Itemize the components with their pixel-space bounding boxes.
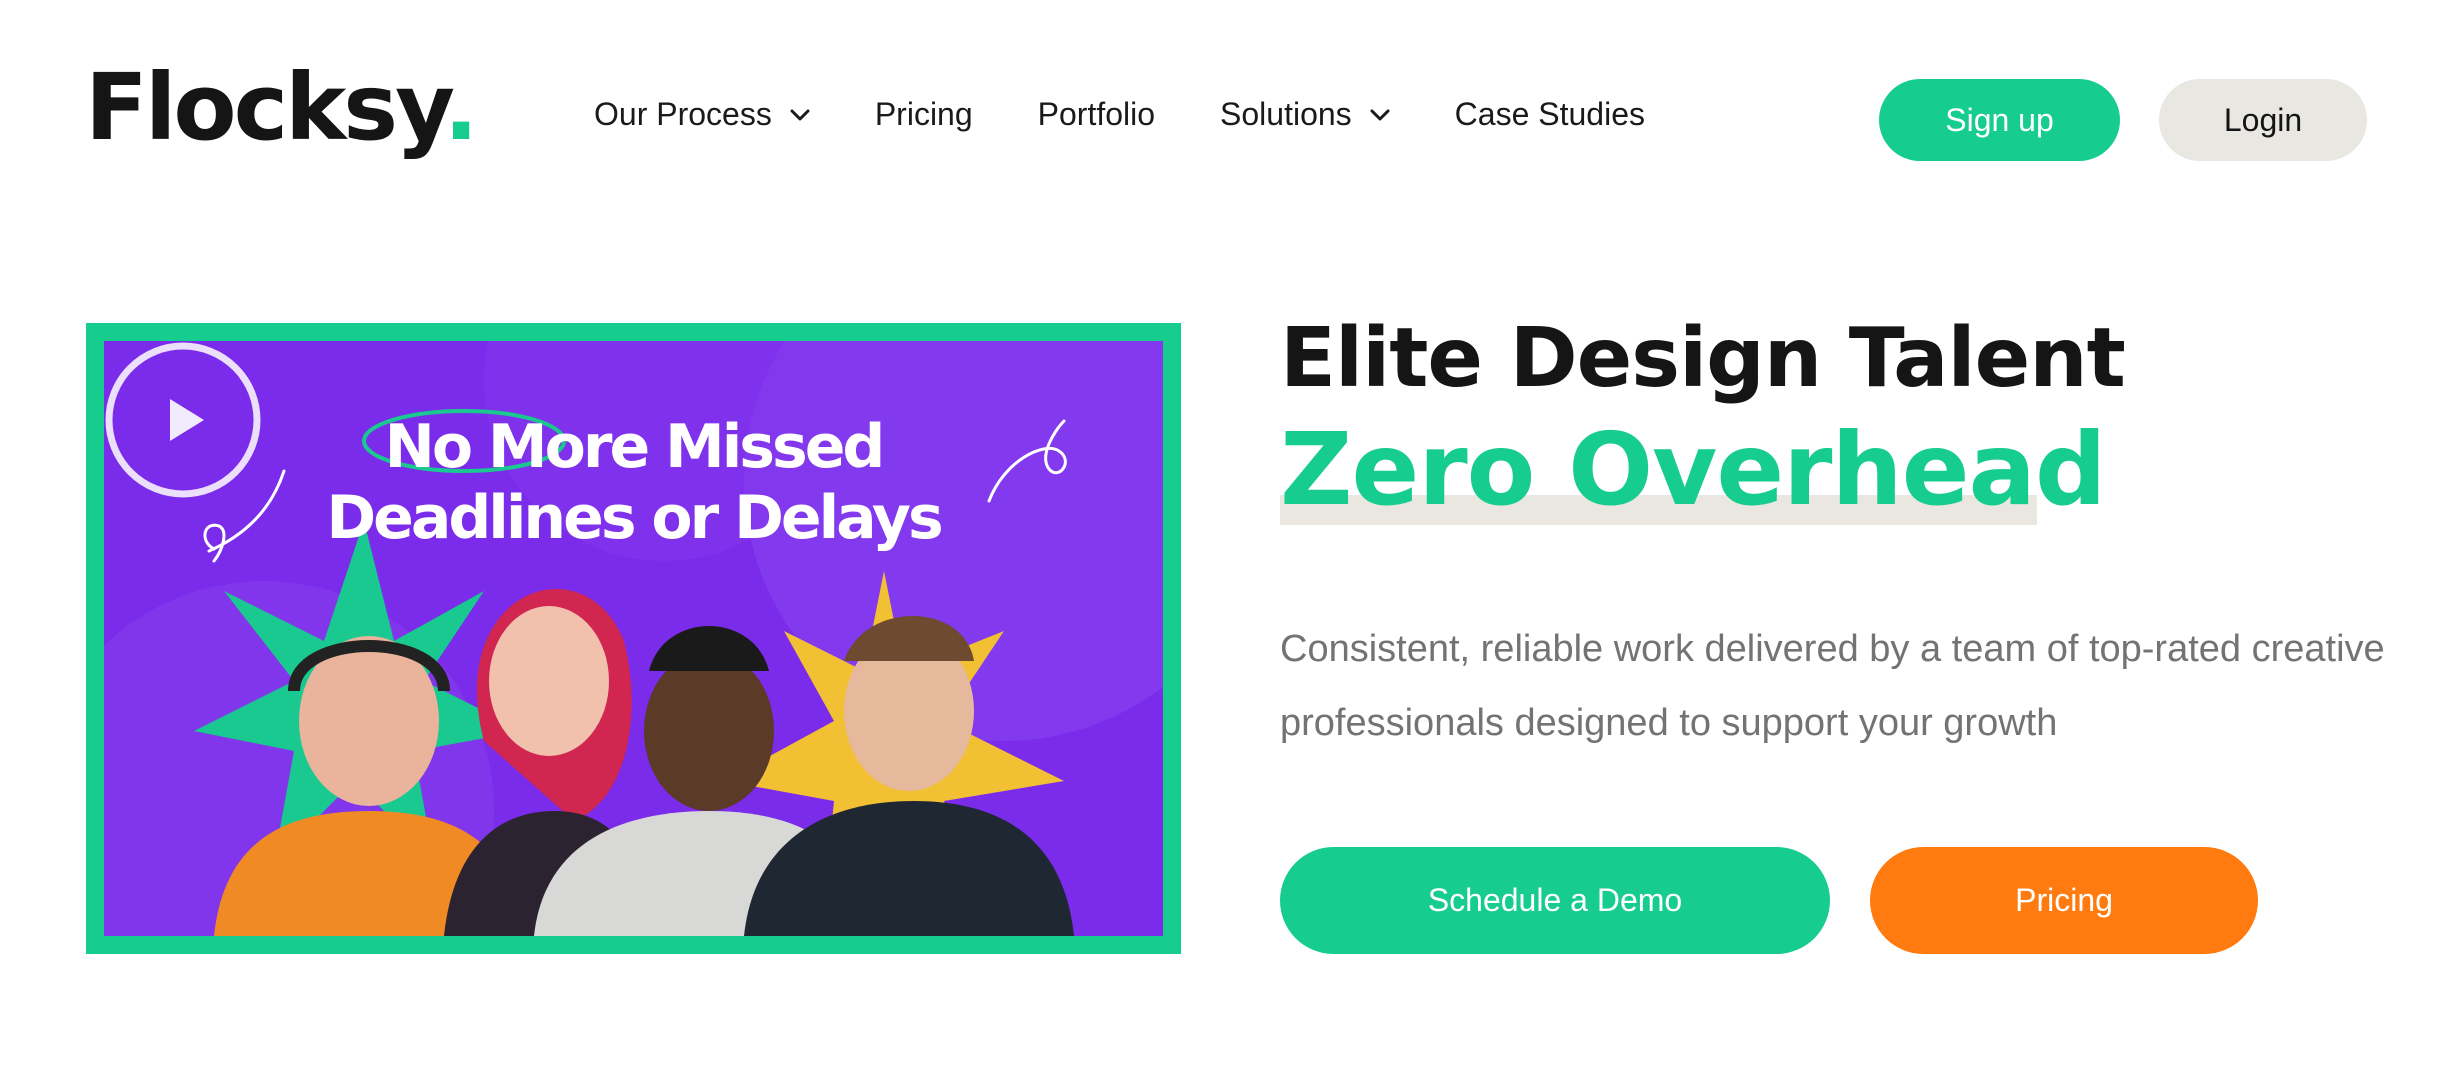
nav-our-process[interactable]: Our Process xyxy=(594,96,810,133)
nav-portfolio[interactable]: Portfolio xyxy=(1038,96,1155,133)
flocksy-logo[interactable]: Flocksy. xyxy=(85,62,479,154)
play-icon[interactable] xyxy=(104,341,262,499)
video-thumbnail[interactable]: No More Missed Deadlines or Delays xyxy=(86,323,1181,954)
main-nav: Our Process Pricing Portfolio Solutions … xyxy=(594,96,1645,133)
nav-solutions[interactable]: Solutions xyxy=(1220,96,1390,133)
video-title-line-2: Deadlines or Delays xyxy=(326,483,943,553)
chevron-down-icon xyxy=(1370,109,1390,120)
nav-pricing[interactable]: Pricing xyxy=(875,96,973,133)
hero-description: Consistent, reliable work delivered by a… xyxy=(1280,628,2385,744)
hero-subtitle-wrap: Zero Overhead xyxy=(1280,411,2107,528)
logo-dot: . xyxy=(443,54,479,161)
nav-our-process-label: Our Process xyxy=(594,96,772,132)
nav-solutions-label: Solutions xyxy=(1220,96,1352,132)
nav-case-studies[interactable]: Case Studies xyxy=(1455,96,1645,133)
pricing-button[interactable]: Pricing xyxy=(1870,847,2258,954)
video-canvas: No More Missed Deadlines or Delays xyxy=(104,341,1163,936)
nav-pricing-label: Pricing xyxy=(874,96,973,132)
hero-title: Elite Design Talent xyxy=(1280,311,2126,406)
nav-portfolio-label: Portfolio xyxy=(1037,96,1156,132)
video-title-line-1: No More Missed xyxy=(384,412,886,482)
schedule-demo-button[interactable]: Schedule a Demo xyxy=(1280,847,1830,954)
login-button[interactable]: Login xyxy=(2159,79,2367,161)
nav-case-studies-label: Case Studies xyxy=(1454,96,1645,132)
chevron-down-icon xyxy=(790,109,810,120)
signup-button[interactable]: Sign up xyxy=(1879,79,2120,161)
logo-text: Flocksy xyxy=(85,54,447,161)
hero-subtitle: Zero Overhead xyxy=(1280,411,2107,528)
